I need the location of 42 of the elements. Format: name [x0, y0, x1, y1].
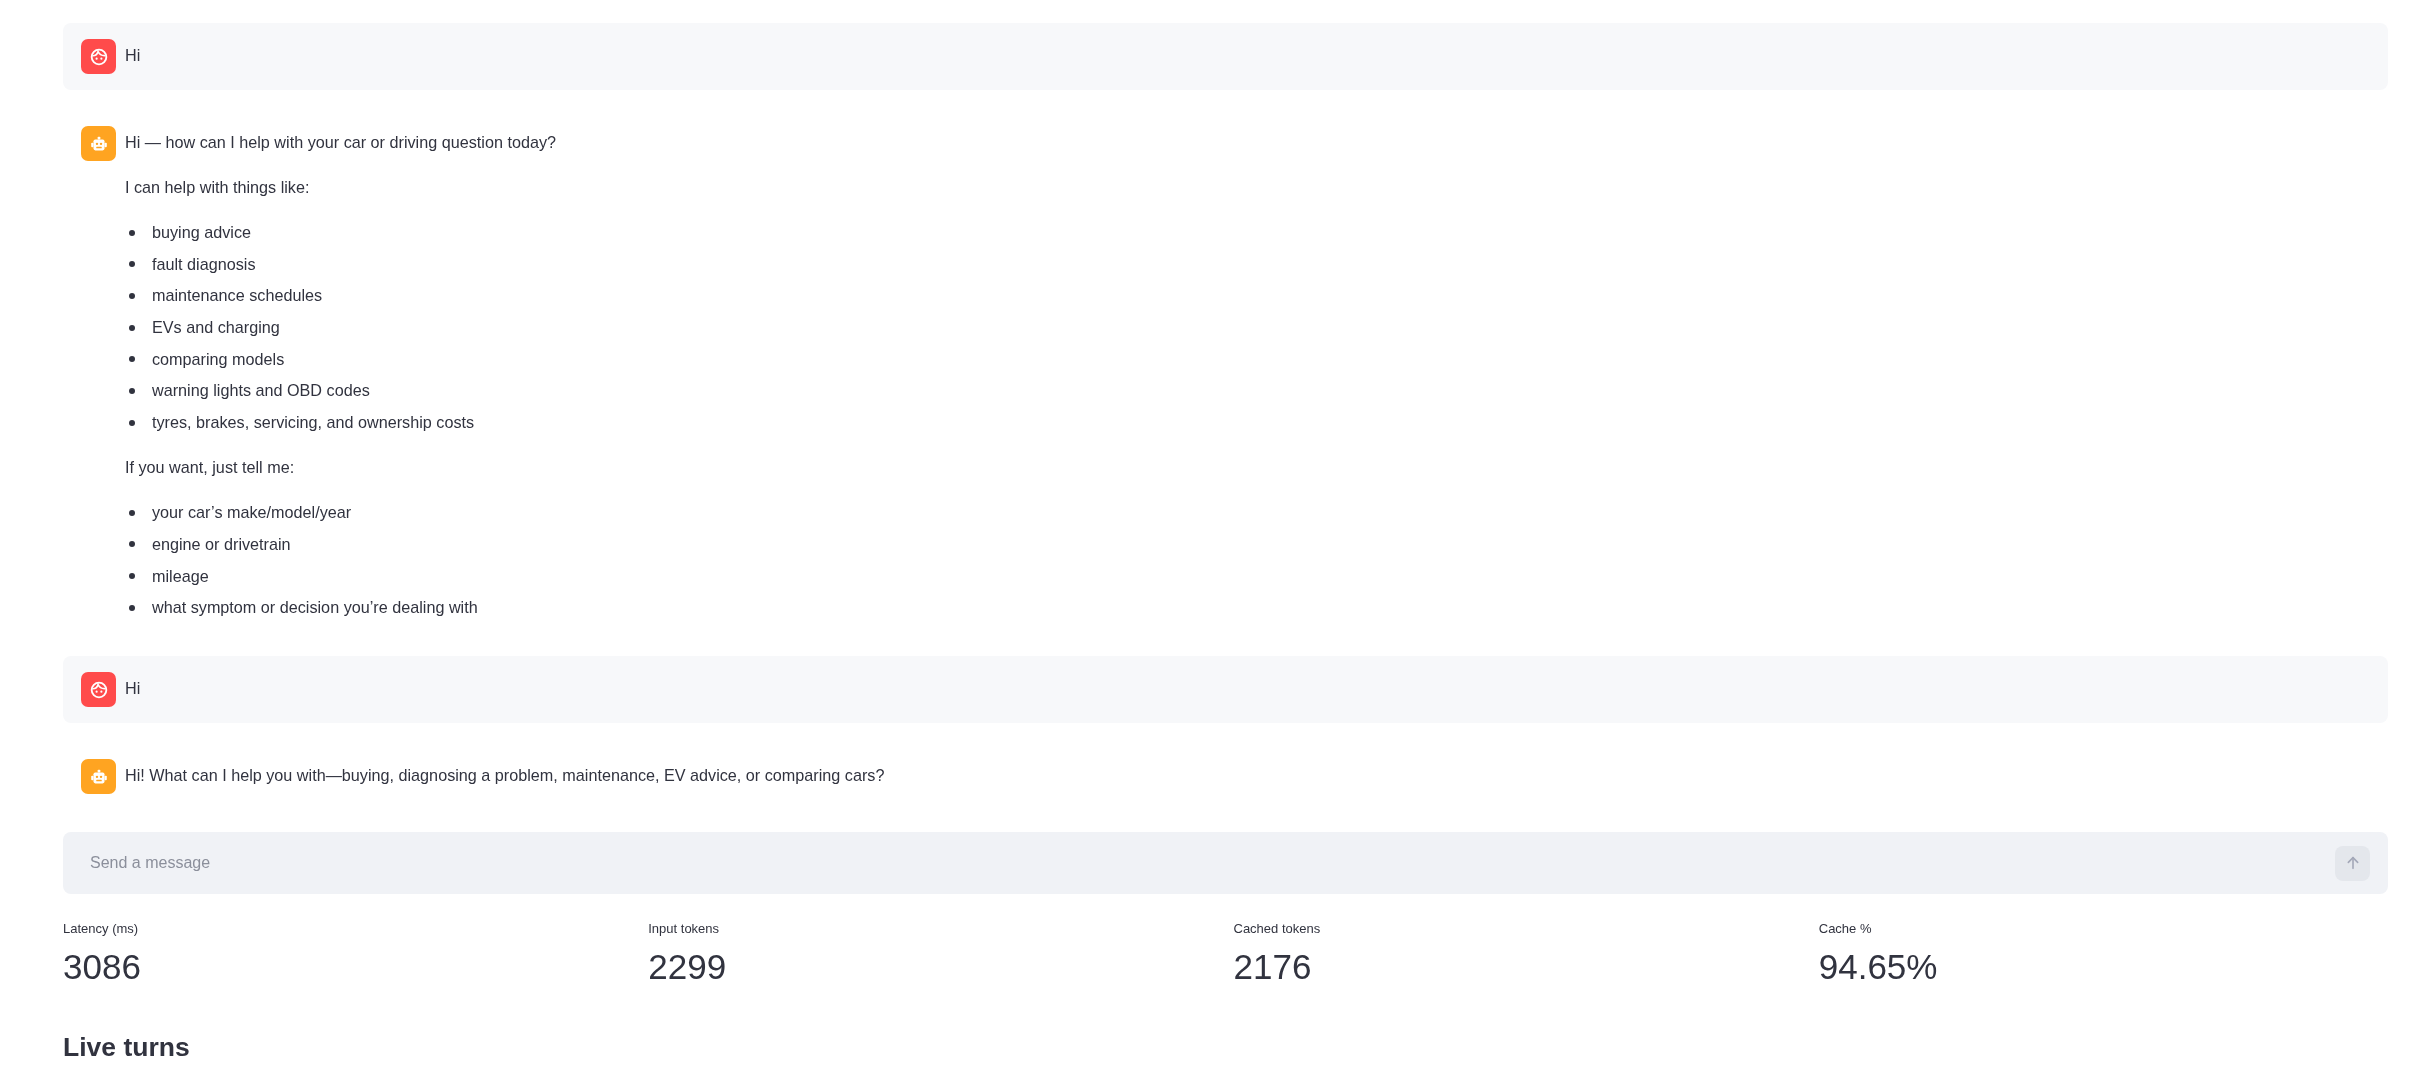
chat-input-field[interactable]: Send a message	[63, 832, 2388, 895]
bullet-icon	[129, 229, 135, 236]
list-item-text: mileage	[152, 565, 209, 587]
bullet-icon	[129, 324, 135, 331]
bullet-icon	[129, 541, 135, 548]
metric-value: 2176	[1233, 946, 1312, 989]
bullet-icon	[129, 356, 135, 363]
message-text: If you want, just tell me:	[125, 457, 296, 479]
list-item-text: buying advice	[152, 222, 251, 243]
list-item-text: your car’s make/model/year	[152, 502, 352, 524]
message-text: Hi	[125, 678, 141, 700]
list-item-text: comparing models	[152, 348, 285, 370]
metric-value: 3086	[63, 946, 141, 989]
metric-label: Latency (ms)	[63, 920, 139, 939]
list-item-text: EVs and charging	[152, 317, 280, 339]
bullet-icon	[129, 261, 135, 268]
bullet-icon	[129, 573, 135, 579]
section-heading: Live turns	[63, 1031, 190, 1065]
robot-avatar-icon	[81, 126, 116, 161]
message-text: Hi — how can I help with your car or driving question today?	[125, 132, 556, 153]
face-avatar-icon	[81, 672, 116, 708]
bullet-icon	[129, 509, 135, 516]
bullet-icon	[129, 292, 135, 299]
bullet-icon	[129, 604, 135, 611]
metric-label: Input tokens	[648, 920, 720, 939]
list-item-text: tyres, brakes, servicing, and ownership costs	[152, 412, 475, 434]
list-item-text: fault diagnosis	[152, 253, 256, 275]
bullet-icon	[129, 419, 135, 426]
metric-label: Cache %	[1818, 920, 1872, 939]
list-item-text: warning lights and OBD codes	[152, 380, 370, 402]
metric-label: Cached tokens	[1233, 920, 1321, 939]
bullet-icon	[129, 387, 135, 394]
metric-value: 2299	[648, 946, 727, 989]
metric-value: 94.65%	[1818, 946, 1938, 989]
message-text: Hi! What can I help you with—buying, diagnosing a problem, maintenance, EV advice, or comparing cars?	[125, 765, 885, 787]
list-item-text: maintenance schedules	[152, 285, 323, 307]
list-item-text: engine or drivetrain	[152, 533, 291, 555]
face-avatar-icon	[81, 39, 116, 74]
message-text: I can help with things like:	[125, 177, 311, 198]
message-text: Hi	[125, 45, 141, 66]
list-item-text: what symptom or decision you’re dealing with	[152, 597, 478, 619]
robot-avatar-icon	[81, 759, 116, 795]
